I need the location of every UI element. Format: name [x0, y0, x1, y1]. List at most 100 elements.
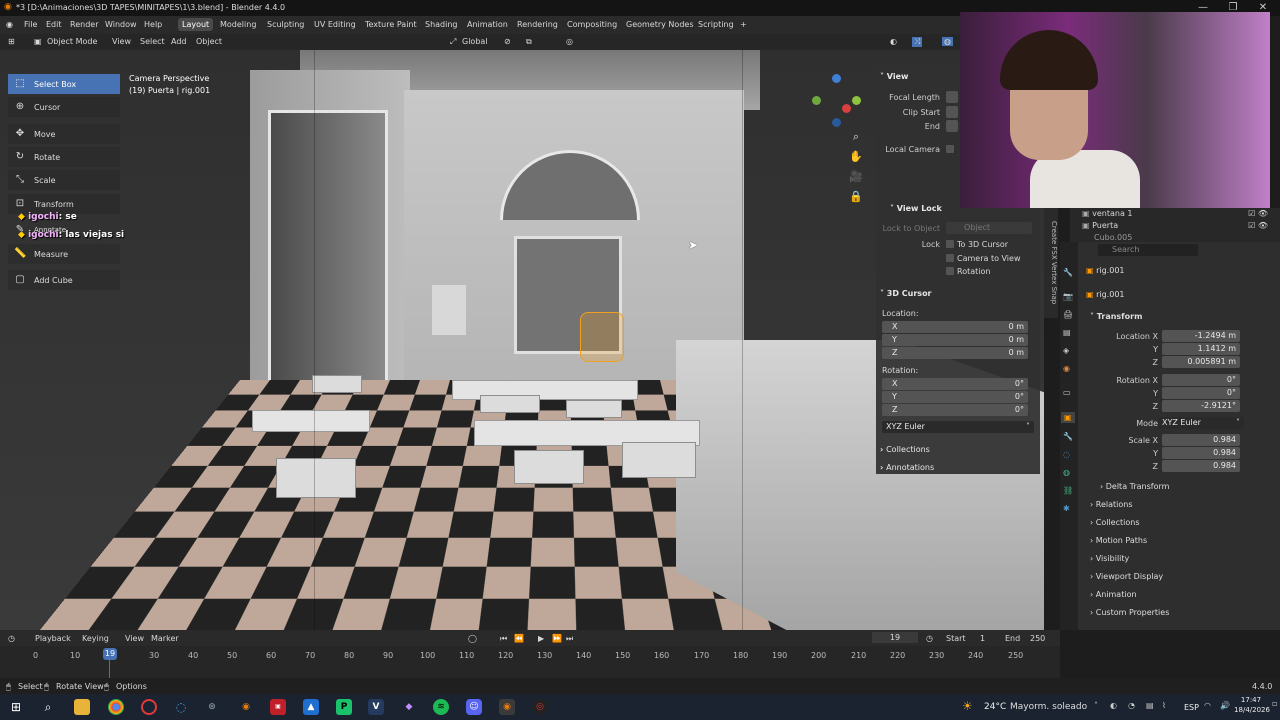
add-menu[interactable]: Add [171, 37, 187, 46]
obs-icon[interactable]: ◎ [532, 699, 548, 715]
physics-tab-icon[interactable]: ◍ [1063, 468, 1070, 477]
start-frame-field[interactable]: 1 [980, 634, 985, 643]
prev-key-icon[interactable]: ⏪ [514, 634, 524, 643]
menu-window[interactable]: Window [105, 20, 137, 29]
orientation-dropdown[interactable]: Global [462, 37, 488, 46]
play-icon[interactable]: ▶ [538, 634, 544, 643]
location-z-field[interactable]: 0.005891 m [1162, 356, 1240, 368]
visibility-panel[interactable]: › Visibility [1090, 554, 1129, 563]
app-icon[interactable]: ◆ [401, 699, 417, 715]
scale-y-field[interactable]: 0.984 [1162, 447, 1240, 459]
navigation-gizmo[interactable] [812, 72, 862, 132]
y-axis-icon[interactable] [852, 96, 861, 105]
constraints-tab-icon[interactable]: ⛓ [1063, 486, 1073, 495]
weather-text[interactable]: Mayorm. soleado [1010, 702, 1087, 712]
z-axis-icon[interactable] [832, 74, 841, 83]
tray-chevron-icon[interactable]: ˄ [1094, 701, 1098, 710]
next-key-icon[interactable]: ⏩ [552, 634, 562, 643]
scale-x-field[interactable]: 0.984 [1162, 434, 1240, 446]
rotation-lock-checkbox[interactable] [946, 267, 954, 275]
cursor-rot-z-field[interactable]: Z 0° [882, 404, 1028, 416]
app-icon[interactable]: ▣ [270, 699, 286, 715]
object-tab-icon[interactable]: ▣ [1061, 412, 1075, 423]
3d-cursor-header[interactable]: ˅ 3D Cursor [880, 289, 932, 298]
tool-cursor[interactable]: ⊕ Cursor [8, 97, 120, 117]
timeline-view-menu[interactable]: View [125, 634, 144, 643]
tray-app-icon[interactable]: ◔ [1128, 701, 1135, 710]
file-explorer-icon[interactable] [74, 699, 90, 715]
menu-file[interactable]: File [24, 20, 37, 29]
tool-tab-icon[interactable]: 🔧 [1063, 268, 1073, 277]
object-mode-dropdown[interactable]: Object Mode [47, 37, 97, 46]
tool-measure[interactable]: 📏 Measure [8, 244, 120, 264]
selected-rig[interactable] [580, 312, 624, 362]
to-3d-cursor-checkbox[interactable] [946, 240, 954, 248]
proportional-edit-icon[interactable]: ◎ [566, 37, 573, 46]
app-icon[interactable]: ▲ [303, 699, 319, 715]
cursor-z-field[interactable]: Z0 m [882, 347, 1028, 359]
blender-taskbar-icon[interactable]: ◉ [499, 699, 515, 715]
editor-type-icon[interactable]: ⊞ [8, 37, 15, 46]
playback-menu[interactable]: Playback [35, 634, 71, 643]
blender-taskbar-icon[interactable]: ◉ [238, 699, 254, 715]
pan-hand-icon[interactable]: ✋ [848, 150, 864, 166]
tab-uv-editing[interactable]: UV Editing [310, 18, 360, 31]
notification-icon[interactable]: ▫ [1272, 699, 1277, 708]
z-axis-neg-icon[interactable] [832, 118, 841, 127]
marker-menu[interactable]: Marker [151, 634, 179, 643]
render-tab-icon[interactable]: 📷 [1063, 292, 1073, 301]
gizmo-toggle-icon[interactable]: ⤨ [912, 37, 923, 47]
rotation-y-field[interactable]: 0° [1162, 387, 1240, 399]
outliner-row[interactable]: ▣ ventana 1 ☑ 👁 [1082, 209, 1272, 220]
collections-header[interactable]: › Collections [880, 445, 930, 454]
menu-render[interactable]: Render [70, 20, 98, 29]
location-y-field[interactable]: 1.1412 m [1162, 343, 1240, 355]
scale-z-field[interactable]: 0.984 [1162, 460, 1240, 472]
camera-view-icon[interactable]: 🎥 [848, 170, 864, 186]
camera-to-view-checkbox[interactable] [946, 254, 954, 262]
particles-tab-icon[interactable]: ◌ [1063, 450, 1070, 459]
output-tab-icon[interactable]: 🖨 [1063, 310, 1073, 319]
eye-icon[interactable]: ☑ 👁 [1248, 209, 1268, 218]
tool-select-box[interactable]: ⬚ Select Box [8, 74, 120, 94]
menu-edit[interactable]: Edit [46, 20, 62, 29]
blender-menu-icon[interactable]: ◉ [6, 20, 13, 29]
menu-help[interactable]: Help [144, 20, 162, 29]
relations-panel[interactable]: › Relations [1090, 500, 1133, 509]
end-frame-field[interactable]: 250 [1030, 634, 1045, 643]
rotation-mode-select[interactable]: XYZ Euler ˅ [1158, 417, 1244, 429]
rotation-z-field[interactable]: -2.9121° [1162, 400, 1240, 412]
eye-icon[interactable]: ☑ 👁 [1248, 221, 1268, 230]
cursor-rot-y-field[interactable]: Y 0° [882, 391, 1028, 403]
search-icon[interactable]: ⌕ [40, 699, 56, 715]
outliner-row[interactable]: ▣ Puerta ☑ 👁 [1082, 221, 1272, 232]
volume-icon[interactable]: 🔊 [1220, 701, 1230, 710]
view-layer-tab-icon[interactable]: ▤ [1063, 328, 1071, 337]
cursor-x-field[interactable]: X0 m [882, 321, 1028, 333]
tray-app-icon[interactable]: ◐ [1110, 701, 1117, 710]
spotify-icon[interactable]: ≋ [433, 699, 449, 715]
playhead[interactable]: 19 [103, 648, 117, 660]
tab-texture-paint[interactable]: Texture Paint [361, 18, 421, 31]
current-frame-field[interactable]: 19 [872, 632, 918, 643]
timeline-editor-icon[interactable]: ◷ [8, 634, 15, 643]
tab-animation[interactable]: Animation [463, 18, 512, 31]
pivot-icon[interactable]: ⊘ [504, 37, 511, 46]
auto-key-icon[interactable]: ◯ [468, 634, 477, 643]
wifi-icon[interactable]: ◠ [1204, 701, 1211, 710]
tab-shading[interactable]: Shading [421, 18, 462, 31]
jump-start-icon[interactable]: ⏮ [500, 634, 507, 644]
language-indicator[interactable]: ESP [1184, 703, 1199, 712]
app-icon[interactable]: ⊛ [204, 699, 220, 715]
world-tab-icon[interactable]: ◉ [1063, 364, 1070, 373]
tab-modeling[interactable]: Modeling [216, 18, 260, 31]
viewport-display-panel[interactable]: › Viewport Display [1090, 572, 1163, 581]
sidebar-tabs[interactable]: Create FSX Vertex Snap [1044, 208, 1058, 318]
tab-geometry-nodes[interactable]: Geometry Nodes [622, 18, 697, 31]
object-menu[interactable]: Object [196, 37, 222, 46]
custom-properties-panel[interactable]: › Custom Properties [1090, 608, 1169, 617]
data-name-row[interactable]: ▣ rig.001 [1086, 290, 1125, 299]
animation-panel[interactable]: › Animation [1090, 590, 1137, 599]
view-section-header[interactable]: ˅ View [880, 72, 908, 81]
location-x-field[interactable]: -1.2494 m [1162, 330, 1240, 342]
